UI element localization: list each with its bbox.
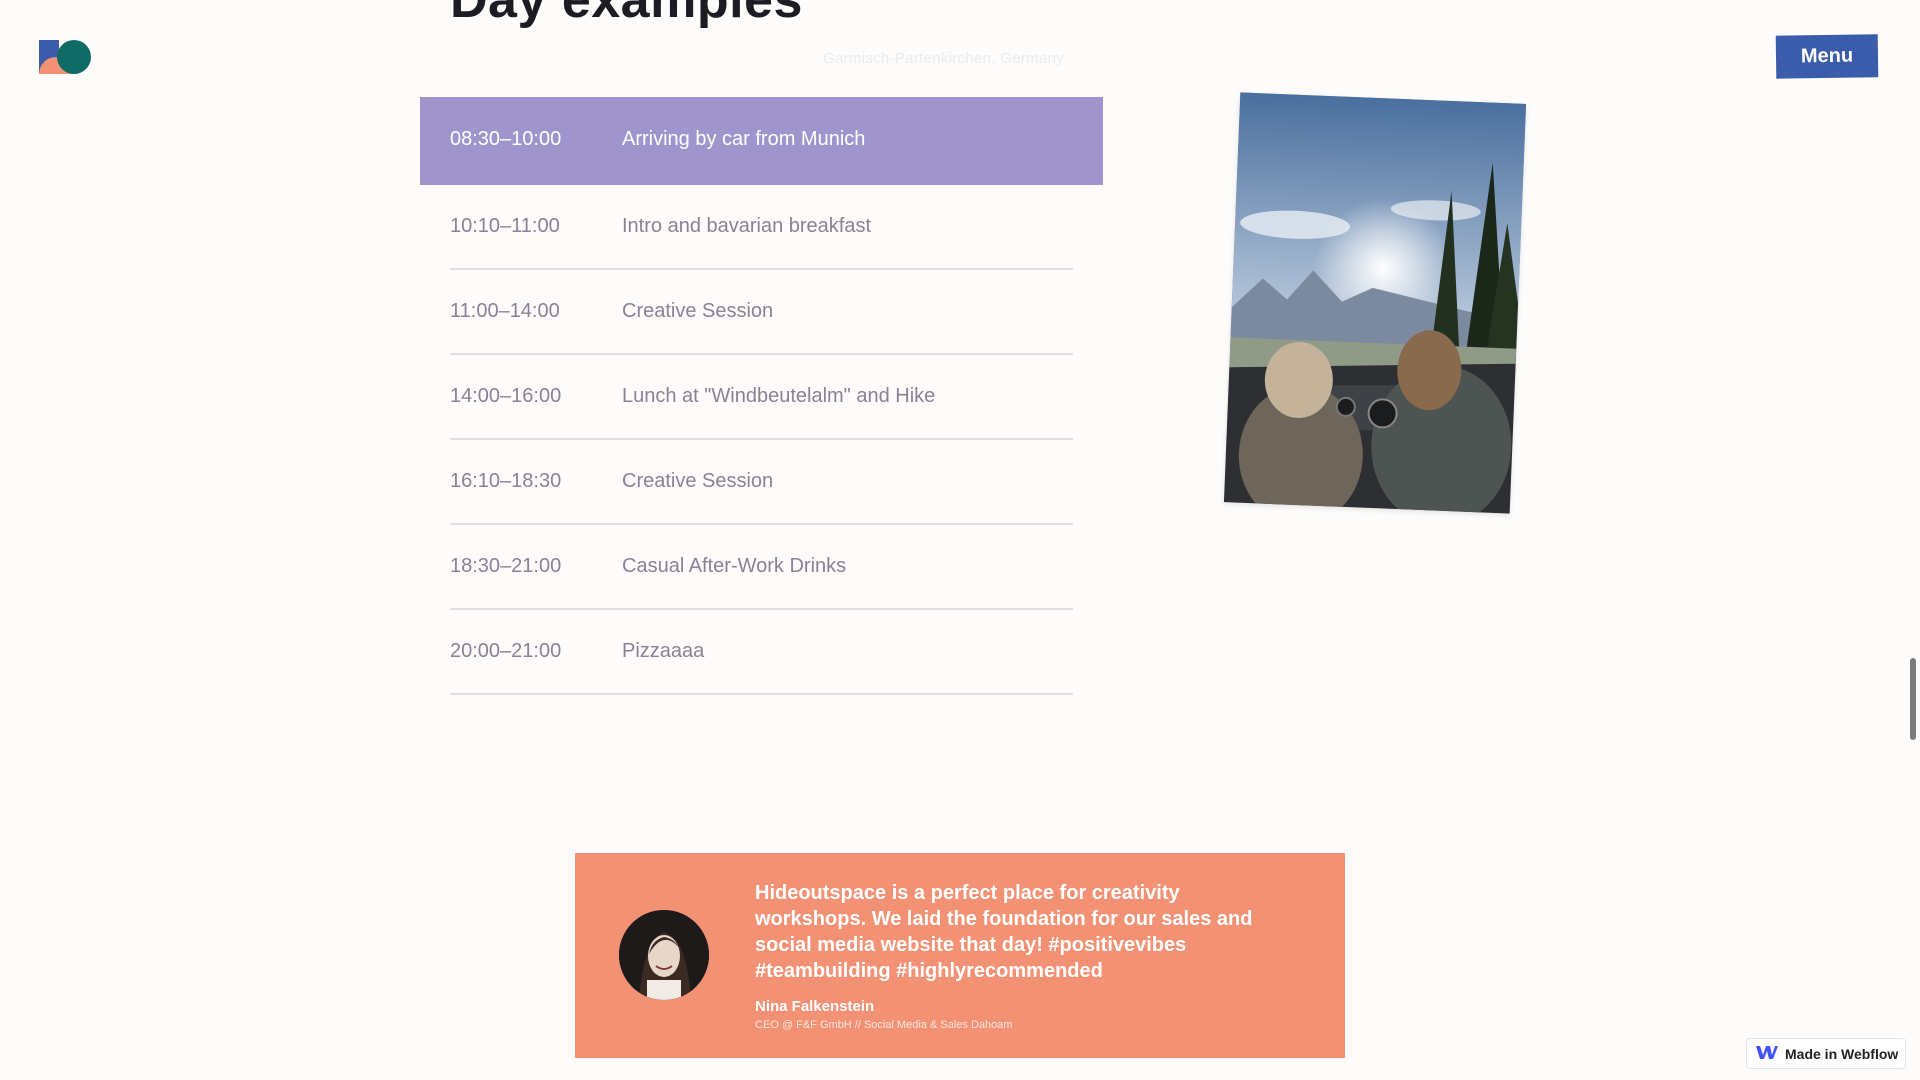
schedule-time: 10:10–11:00 [450, 215, 560, 237]
schedule-row[interactable]: 10:10–11:00 Intro and bavarian breakfast [420, 185, 1103, 270]
schedule-time: 11:00–14:00 [450, 300, 560, 322]
car-trip-photo [1223, 92, 1527, 514]
schedule-row[interactable]: 20:00–21:00 Pizzaaaa [420, 610, 1103, 695]
schedule-event: Creative Session [622, 470, 774, 492]
schedule-event: Creative Session [622, 300, 774, 322]
scrollbar-thumb[interactable] [1910, 658, 1916, 740]
section-heading: Day examples [450, 0, 803, 29]
schedule-time: 16:10–18:30 [450, 470, 562, 492]
schedule-row[interactable]: 11:00–14:00 Creative Session [420, 270, 1103, 355]
schedule-time: 08:30–10:00 [450, 128, 562, 150]
logo-icon[interactable] [39, 38, 93, 76]
schedule-list: 08:30–10:00 Arriving by car from Munich … [420, 97, 1103, 695]
schedule-event: Casual After-Work Drinks [622, 555, 847, 577]
schedule-row[interactable]: 08:30–10:00 Arriving by car from Munich [420, 97, 1103, 185]
schedule-time: 18:30–21:00 [450, 555, 562, 577]
schedule-row[interactable]: 18:30–21:00 Casual After-Work Drinks [420, 525, 1103, 610]
testimonial-author: Nina Falkenstein [755, 998, 875, 1015]
schedule-event: Lunch at "Windbeutelalm" and Hike [622, 385, 936, 407]
schedule-time: 14:00–16:00 [450, 385, 562, 407]
testimonial-quote: Hideoutspace is a perfect place for crea… [755, 882, 1253, 982]
schedule-event: Arriving by car from Munich [622, 128, 866, 150]
location-label: Garmisch-Partenkirchen, Germany [823, 50, 1065, 67]
row-divider [450, 693, 1073, 695]
webflow-icon [1755, 1044, 1779, 1063]
schedule-time: 20:00–21:00 [450, 640, 562, 662]
badge-label: Made in Webflow [1785, 1045, 1899, 1062]
testimonial-author-title: CEO @ F&F GmbH // Social Media & Sales D… [755, 1019, 1013, 1031]
made-in-webflow-badge[interactable]: Made in Webflow [1746, 1038, 1906, 1069]
menu-button[interactable]: Menu [1775, 34, 1879, 79]
schedule-event: Intro and bavarian breakfast [622, 215, 872, 237]
schedule-row[interactable]: 14:00–16:00 Lunch at "Windbeutelalm" and… [420, 355, 1103, 440]
testimonial-card: Hideoutspace is a perfect place for crea… [575, 853, 1345, 1058]
schedule-row[interactable]: 16:10–18:30 Creative Session [420, 440, 1103, 525]
schedule-event: Pizzaaaa [622, 640, 705, 662]
avatar [619, 910, 709, 1000]
